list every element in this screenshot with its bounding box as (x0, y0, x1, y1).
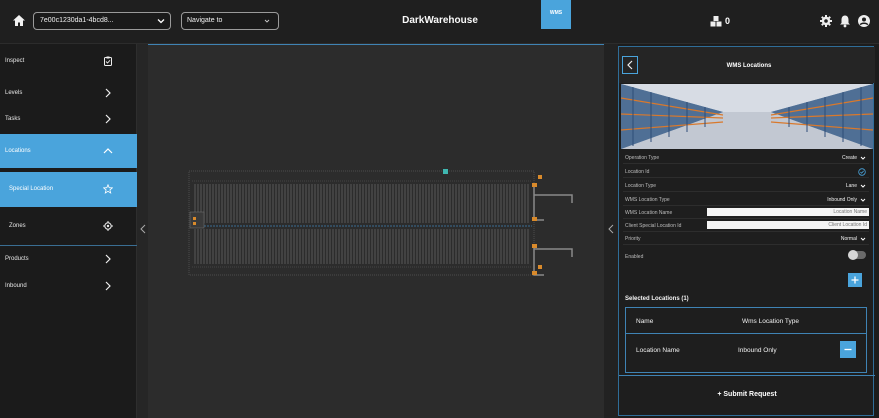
warehouse-racks-image (621, 84, 873, 149)
sidebar-item-label: Levels (5, 90, 23, 96)
alerts-count: 0 (725, 16, 731, 26)
chevron-down-icon (157, 19, 165, 24)
location-id-label: Location Id (625, 169, 650, 175)
navigate-to-select[interactable]: Navigate to (181, 12, 279, 30)
table-row: Location Name Inbound Only (626, 334, 866, 372)
alerts-counter[interactable]: 0 (710, 14, 730, 28)
priority-value: Normal (840, 236, 857, 242)
remove-location-button[interactable] (840, 341, 856, 358)
sidebar-item-products[interactable]: Products (0, 248, 137, 270)
sidebar-item-label: Zones (9, 223, 26, 229)
location-type-row[interactable]: Location Type Lane (623, 179, 869, 192)
chevron-right-icon (105, 114, 111, 124)
sidebar-item-tasks[interactable]: Tasks (0, 108, 137, 130)
wms-location-name-label: WMS Location Name (625, 210, 673, 216)
home-icon[interactable] (10, 12, 28, 30)
app-title: DarkWarehouse (402, 15, 478, 26)
gear-icon[interactable] (819, 14, 833, 28)
plus-icon (851, 276, 859, 284)
table-header: Name Wms Location Type (626, 308, 866, 334)
submit-request-button[interactable]: + Submit Request (619, 375, 875, 415)
sidebar-item-special-location[interactable]: Special Location (0, 172, 137, 207)
panel-header: WMS Locations (619, 47, 875, 83)
location-type-value: Lane (845, 183, 857, 189)
sidebar-item-label: Products (5, 256, 29, 262)
sidebar-item-label: Inspect (5, 58, 25, 64)
sidebar-item-inbound[interactable]: Inbound (0, 275, 137, 297)
operation-type-label: Operation Type (625, 155, 660, 161)
chevron-up-icon (103, 148, 113, 154)
wms-location-name-input[interactable] (707, 208, 869, 216)
toggle-knob (848, 250, 858, 260)
account-icon[interactable] (857, 14, 871, 28)
boxes-icon (710, 15, 722, 26)
chevron-left-icon (627, 60, 633, 70)
sidebar-divider (0, 245, 137, 246)
column-header-name: Name (636, 318, 654, 325)
warehouse-selector-value: 7e00c1230da1-4bcd8... (40, 17, 114, 24)
chevron-left-icon[interactable] (139, 224, 147, 234)
sidebar-item-label: Locations (5, 148, 31, 154)
crosshair-icon (103, 221, 113, 231)
client-location-id-input[interactable] (707, 221, 869, 229)
add-location-button[interactable] (848, 273, 862, 287)
chevron-down-icon (264, 19, 270, 23)
bell-icon[interactable] (838, 14, 852, 28)
wms-location-name-row: WMS Location Name (623, 206, 869, 219)
column-header-wms-location-type: Wms Location Type (742, 318, 799, 325)
location-type-label: Location Type (625, 183, 657, 189)
wms-location-type-row[interactable]: WMS Location Type Inbound Only (623, 193, 869, 206)
check-circle-icon[interactable] (858, 168, 866, 176)
enabled-row: Enabled (623, 250, 869, 263)
selected-locations-title: Selected Locations (1) (625, 296, 689, 302)
navigate-to-label: Navigate to (187, 17, 223, 24)
warehouse-map[interactable] (137, 44, 608, 418)
enabled-label: Enabled (625, 254, 644, 260)
priority-row[interactable]: Priority Normal (623, 232, 869, 245)
chevron-down-icon (860, 156, 866, 160)
selected-locations-table: Name Wms Location Type Location Name Inb… (625, 307, 867, 373)
wms-location-type-label: WMS Location Type (625, 197, 670, 203)
minus-icon (844, 348, 852, 351)
sidebar-item-label: Tasks (5, 116, 21, 122)
location-id-row: Location Id (623, 165, 869, 178)
warehouse-layout-drawing (188, 169, 573, 276)
sidebar-item-label: Inbound (5, 283, 27, 289)
chevron-right-icon (105, 254, 111, 264)
submit-request-label: Submit Request (723, 391, 777, 398)
client-special-location-id-label: Client Special Location Id (625, 223, 682, 229)
operation-type-row[interactable]: Operation Type Create (623, 151, 869, 164)
map-left-gutter (137, 44, 148, 418)
sidebar-item-zones[interactable]: Zones (0, 210, 137, 244)
map-right-gutter (604, 44, 618, 418)
chevron-right-icon (105, 281, 111, 291)
operation-type-value: Create (841, 155, 857, 161)
client-special-location-id-row: Client Special Location Id (623, 219, 869, 232)
priority-label: Priority (625, 236, 641, 242)
row-location-type: Inbound Only (738, 347, 777, 354)
chevron-left-icon[interactable] (607, 224, 615, 234)
sidebar: Inspect Levels Tasks Locations Special L… (0, 44, 137, 418)
chevron-right-icon (105, 88, 111, 98)
chevron-down-icon (860, 184, 866, 188)
clipboard-icon (104, 56, 112, 66)
panel-title: WMS Locations (726, 63, 772, 69)
wms-location-type-value: Inbound Only (827, 197, 857, 203)
wms-locations-panel: WMS Locations Operation Type Create Loca… (618, 46, 875, 416)
star-icon (103, 184, 113, 194)
back-button[interactable] (622, 56, 638, 74)
enabled-toggle[interactable] (848, 250, 866, 260)
sidebar-item-inspect[interactable]: Inspect (0, 50, 137, 72)
sidebar-item-levels[interactable]: Levels (0, 82, 137, 104)
chevron-down-icon (860, 237, 866, 241)
sidebar-item-locations[interactable]: Locations (0, 134, 137, 168)
row-location-name: Location Name (636, 347, 680, 354)
sidebar-item-label: Special Location (9, 186, 54, 192)
tab-wms[interactable]: WMS (541, 0, 571, 29)
top-bar: 7e00c1230da1-4bcd8... Navigate to DarkWa… (0, 0, 879, 44)
warehouse-selector[interactable]: 7e00c1230da1-4bcd8... (33, 12, 171, 30)
chevron-down-icon (860, 198, 866, 202)
